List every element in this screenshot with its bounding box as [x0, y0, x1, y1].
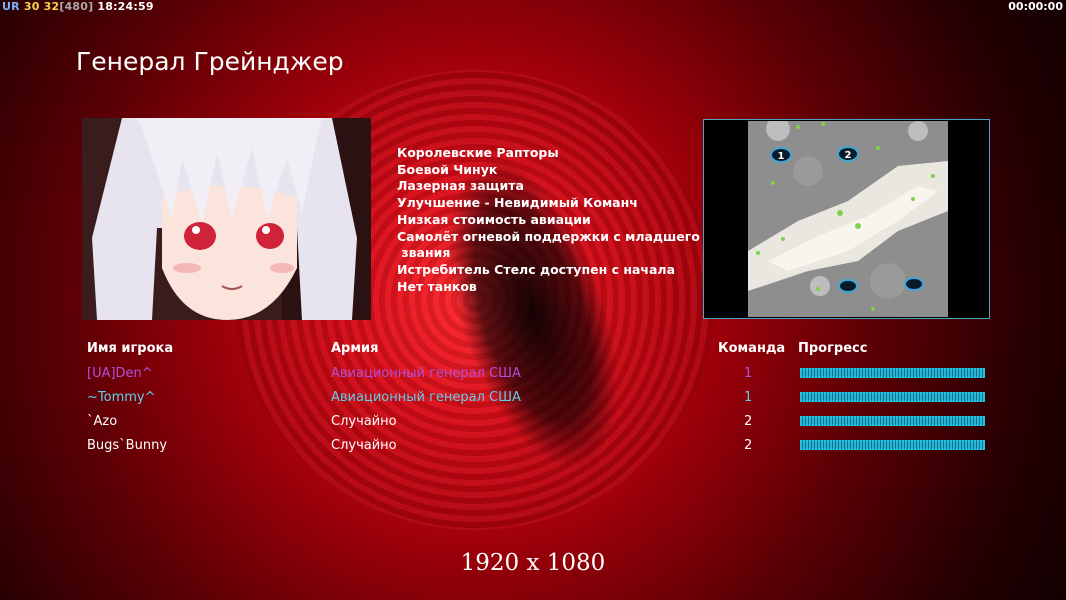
fps-value-2: 32: [43, 0, 60, 13]
player-army: Авиационный генерал США: [331, 390, 521, 405]
ur-label: UR: [2, 0, 20, 13]
feature-item: Боевой Чинук: [397, 161, 498, 177]
player-army: Авиационный генерал США: [331, 366, 521, 381]
player-army: Случайно: [331, 438, 397, 453]
feature-item: Истребитель Стелс доступен с начала: [397, 261, 676, 277]
army-header: Армия: [331, 341, 379, 356]
feature-item: Улучшение - Невидимый Команч: [397, 195, 638, 211]
feature-item: звания: [397, 245, 451, 261]
map-preview-frame: 1 2: [703, 117, 990, 319]
player-name: [UA]Den^: [87, 366, 153, 381]
start-position-1: 1: [778, 151, 785, 162]
player-army: Случайно: [331, 414, 397, 429]
resolution-label: 1920 x 1080: [460, 550, 606, 576]
feature-item: Королевские Рапторы: [397, 145, 559, 160]
player-progress-bar: [800, 440, 985, 450]
feature-item: Лазерная защита: [397, 178, 524, 194]
player-name: Bugs`Bunny: [87, 438, 168, 453]
player-team: 2: [744, 414, 753, 429]
player-progress-bar: [800, 416, 985, 426]
general-features-list: Королевские Рапторы Боевой Чинук Лазерна…: [397, 145, 700, 295]
fps-cap: [480]: [59, 0, 94, 13]
game-timer: 00:00:00: [1008, 0, 1063, 13]
player-team: 1: [744, 390, 753, 405]
start-position-2: 2: [845, 150, 852, 161]
feature-item: Самолёт огневой поддержки с младшего: [397, 228, 700, 244]
general-title: Генерал Грейнджер: [76, 47, 344, 76]
player-name: `Azo: [87, 414, 118, 429]
general-portrait: [82, 118, 371, 320]
player-name-header: Имя игрока: [87, 341, 174, 356]
system-clock: 18:24:59: [97, 0, 154, 13]
feature-item: Нет танков: [397, 278, 477, 294]
performance-overlay: UR 30 32[480] 18:24:59: [2, 0, 154, 13]
player-team: 2: [744, 438, 753, 453]
player-team: 1: [744, 366, 753, 381]
player-progress-bar: [800, 392, 985, 402]
player-progress-bar: [800, 368, 985, 378]
progress-header: Прогресс: [798, 341, 868, 356]
map-preview: 1 2: [748, 117, 948, 317]
team-header: Команда: [718, 341, 786, 356]
fps-value: 30: [23, 0, 40, 13]
feature-item: Низкая стоимость авиации: [397, 211, 591, 227]
player-name: ~Tommy^: [87, 390, 156, 405]
